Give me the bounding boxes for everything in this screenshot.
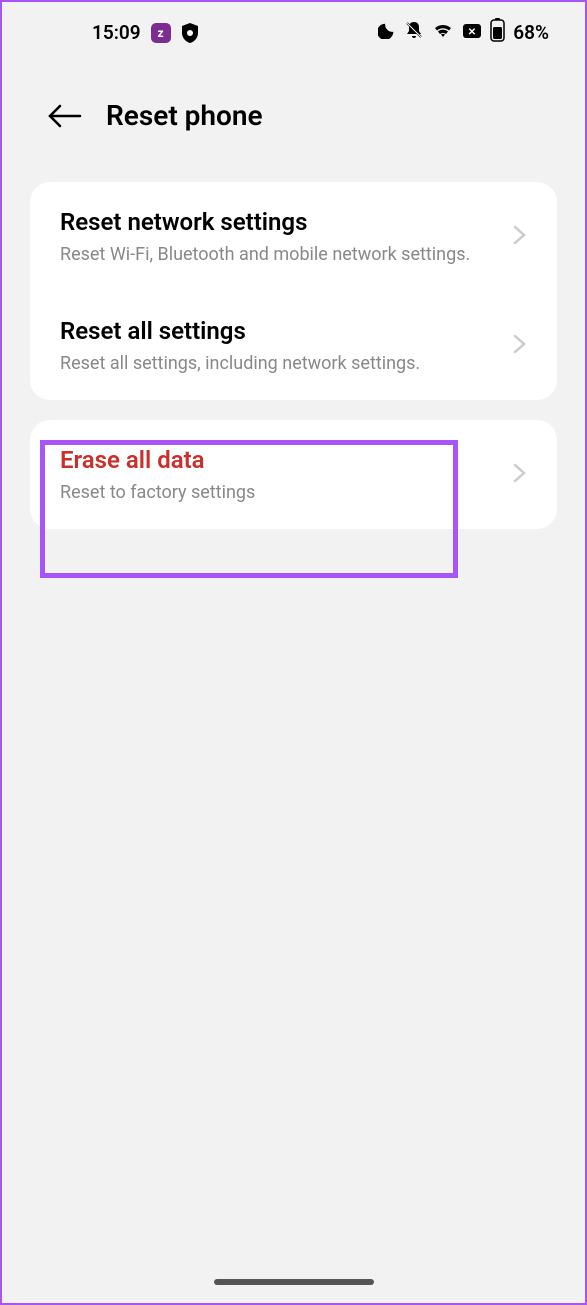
chevron-right-icon (513, 332, 527, 360)
item-title: Erase all data (60, 446, 501, 474)
settings-card-2: Erase all data Reset to factory settings (30, 420, 557, 529)
status-left: 15:09 z (92, 21, 199, 44)
item-subtitle: Reset Wi-Fi, Bluetooth and mobile networ… (60, 244, 501, 265)
item-subtitle: Reset to factory settings (60, 482, 501, 503)
chevron-right-icon (513, 223, 527, 251)
battery-icon (490, 18, 505, 47)
reset-network-settings-item[interactable]: Reset network settings Reset Wi-Fi, Blue… (30, 182, 557, 291)
svg-text:✕: ✕ (468, 27, 476, 38)
battery-percent: 68% (513, 21, 549, 44)
network-icon: ✕ (462, 21, 482, 44)
page-title: Reset phone (106, 99, 263, 132)
header: Reset phone (2, 59, 585, 162)
item-title: Reset all settings (60, 317, 501, 345)
moon-icon (378, 21, 396, 44)
back-button[interactable] (46, 102, 82, 130)
item-subtitle: Reset all settings, including network se… (60, 353, 501, 374)
item-title: Reset network settings (60, 208, 501, 236)
erase-all-data-item[interactable]: Erase all data Reset to factory settings (30, 420, 557, 529)
status-right: ✕ 68% (378, 18, 549, 47)
item-content: Reset network settings Reset Wi-Fi, Blue… (60, 208, 501, 265)
item-content: Reset all settings Reset all settings, i… (60, 317, 501, 374)
bell-mute-icon (404, 20, 424, 45)
item-content: Erase all data Reset to factory settings (60, 446, 501, 503)
status-bar: 15:09 z (2, 2, 585, 59)
status-time: 15:09 (92, 21, 141, 44)
shield-icon (181, 23, 199, 43)
wifi-icon (432, 21, 454, 44)
chevron-right-icon (513, 461, 527, 489)
navigation-bar-handle[interactable] (214, 1279, 374, 1285)
reset-all-settings-item[interactable]: Reset all settings Reset all settings, i… (30, 291, 557, 400)
app-z-icon: z (151, 23, 171, 43)
settings-card-1: Reset network settings Reset Wi-Fi, Blue… (30, 182, 557, 400)
